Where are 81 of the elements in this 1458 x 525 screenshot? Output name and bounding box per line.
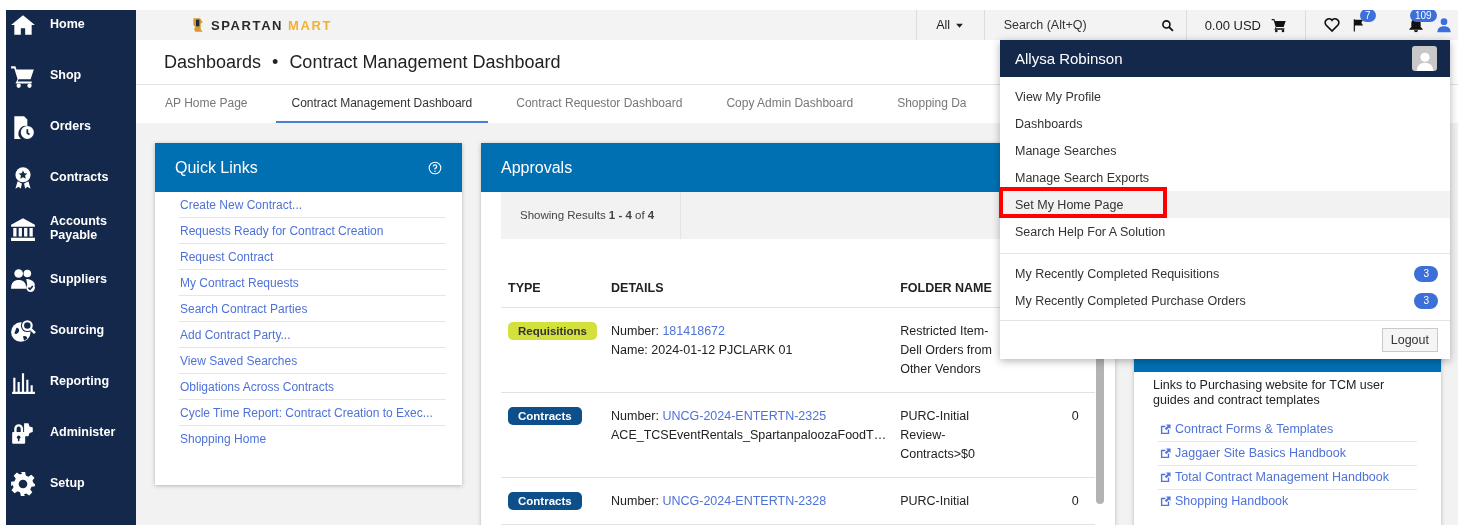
menu-item[interactable]: Manage Search Exports (1000, 164, 1450, 191)
type-badge: Requisitions (508, 322, 597, 340)
logout-button[interactable]: Logout (1381, 328, 1438, 352)
menu-item[interactable]: View My Profile (1000, 83, 1450, 110)
users-check-icon (10, 266, 36, 293)
breadcrumb-separator: • (272, 51, 279, 73)
menu-item[interactable]: Search Help For A Solution (1000, 218, 1450, 245)
type-badge: Contracts (508, 492, 582, 510)
search-icon (1160, 18, 1174, 32)
external-link[interactable]: Total Contract Management Handbook (1158, 470, 1417, 490)
sidebar-item[interactable]: Shop (6, 50, 136, 101)
sidebar-item[interactable]: Accounts Payable (6, 203, 136, 254)
external-link-icon (1160, 447, 1171, 459)
number-link[interactable]: 181418672 (662, 324, 725, 338)
quick-link[interactable]: View Saved Searches (179, 353, 446, 374)
sidebar-item[interactable]: Setup (6, 458, 136, 509)
external-link[interactable]: Contract Forms & Templates (1158, 422, 1417, 442)
cart-icon (1271, 17, 1287, 33)
dashboard-tab[interactable]: Contract Requestor Dashboard (500, 85, 699, 123)
sidebar-item[interactable]: Contracts (6, 152, 136, 203)
card-title: Approvals (501, 158, 573, 177)
menu-item[interactable]: Dashboards (1000, 110, 1450, 137)
number-link[interactable]: UNCG-2024-ENTERTN-2325 (662, 409, 827, 423)
bank-building-icon (10, 215, 36, 242)
column-header: TYPE (501, 269, 604, 308)
dashboard-tab[interactable]: AP Home Page (149, 85, 264, 123)
dashboard-tab[interactable]: Copy Admin Dashboard (710, 85, 870, 123)
column-header: DETAILS (604, 269, 894, 308)
help-icon (428, 160, 442, 175)
quick-link[interactable]: Create New Contract... (179, 197, 446, 218)
quick-link[interactable]: Requests Ready for Contract Creation (179, 223, 446, 244)
approval-number: Number: UNCG-2024-ENTERTN-2325 (611, 408, 828, 425)
notification-badge: 109 (1410, 10, 1437, 22)
user-name: Allysa Robinson (1015, 50, 1123, 67)
dashboard-tab[interactable]: Shopping Da (881, 85, 983, 123)
external-link-icon (1160, 423, 1171, 435)
logo: SPARTAN MART (190, 15, 333, 35)
card-title: Quick Links (175, 158, 258, 177)
approval-number: Number: 181418672 (611, 323, 726, 340)
external-link-icon (1160, 471, 1171, 483)
results-count: Showing Results 1 - 4 of 4 (501, 192, 681, 239)
quick-link[interactable]: Cycle Time Report: Contract Creation to Exec... (179, 405, 446, 426)
quick-link[interactable]: Request Contract (179, 249, 446, 270)
quick-link[interactable]: Shopping Home (179, 431, 446, 451)
sidebar-item[interactable]: Sourcing (6, 305, 136, 356)
resources-description: Links to Purchasing website for TCM user guides and contract templates (1152, 377, 1386, 408)
globe-search-icon (10, 317, 36, 344)
avatar-icon (1412, 46, 1437, 71)
breadcrumb-link[interactable]: Dashboards (164, 51, 262, 73)
user-icon (1436, 17, 1452, 33)
folder-name: PURC-Initial Review-Contracts>$0 (893, 392, 1065, 478)
menu-item[interactable]: Manage Searches (1000, 137, 1450, 164)
type-badge: Contracts (508, 407, 582, 425)
quick-link[interactable]: Obligations Across Contracts (179, 379, 446, 400)
approval-number: Number: UNCG-2024-ENTERTN-2328 (611, 493, 828, 510)
gear-icon (10, 470, 36, 497)
number-link[interactable]: UNCG-2024-ENTERTN-2328 (662, 494, 827, 508)
notification-badge: 7 (1360, 10, 1376, 22)
approval-name: Name: 2024-01-12 PJCLARK 01 (611, 342, 794, 359)
folder-name: PURC-Initial (893, 477, 1065, 525)
sidebar-item[interactable]: Reporting (6, 356, 136, 407)
search-field[interactable]: Search (Alt+Q) (1003, 18, 1124, 32)
table-cell: 0 (1071, 409, 1079, 423)
quick-link[interactable]: Add Contract Party... (179, 327, 446, 348)
table-cell: 0 (1071, 494, 1079, 508)
sidebar-item[interactable]: Home (6, 10, 136, 50)
count-badge: 3 (1414, 292, 1438, 309)
quick-link[interactable]: My Contract Requests (179, 275, 446, 296)
quick-link[interactable]: Search Contract Parties (179, 301, 446, 322)
sidebar-item[interactable]: Orders (6, 101, 136, 152)
external-link[interactable]: Shopping Handbook (1158, 494, 1417, 513)
count-badge: 3 (1414, 265, 1438, 282)
flag-icon (1352, 17, 1366, 33)
heart-icon (1324, 17, 1340, 33)
helmet-icon (190, 15, 206, 35)
external-link[interactable]: Jaggaer Site Basics Handbook (1158, 446, 1417, 466)
sidebar-item[interactable]: Administer (6, 407, 136, 458)
page-title: Contract Management Dashboard (289, 51, 561, 73)
approval-name: ACE_TCSEventRentals_SpartanpaloozaFoodT… (611, 427, 887, 444)
sidebar-item[interactable]: Suppliers (6, 254, 136, 305)
external-link-icon (1160, 495, 1171, 507)
